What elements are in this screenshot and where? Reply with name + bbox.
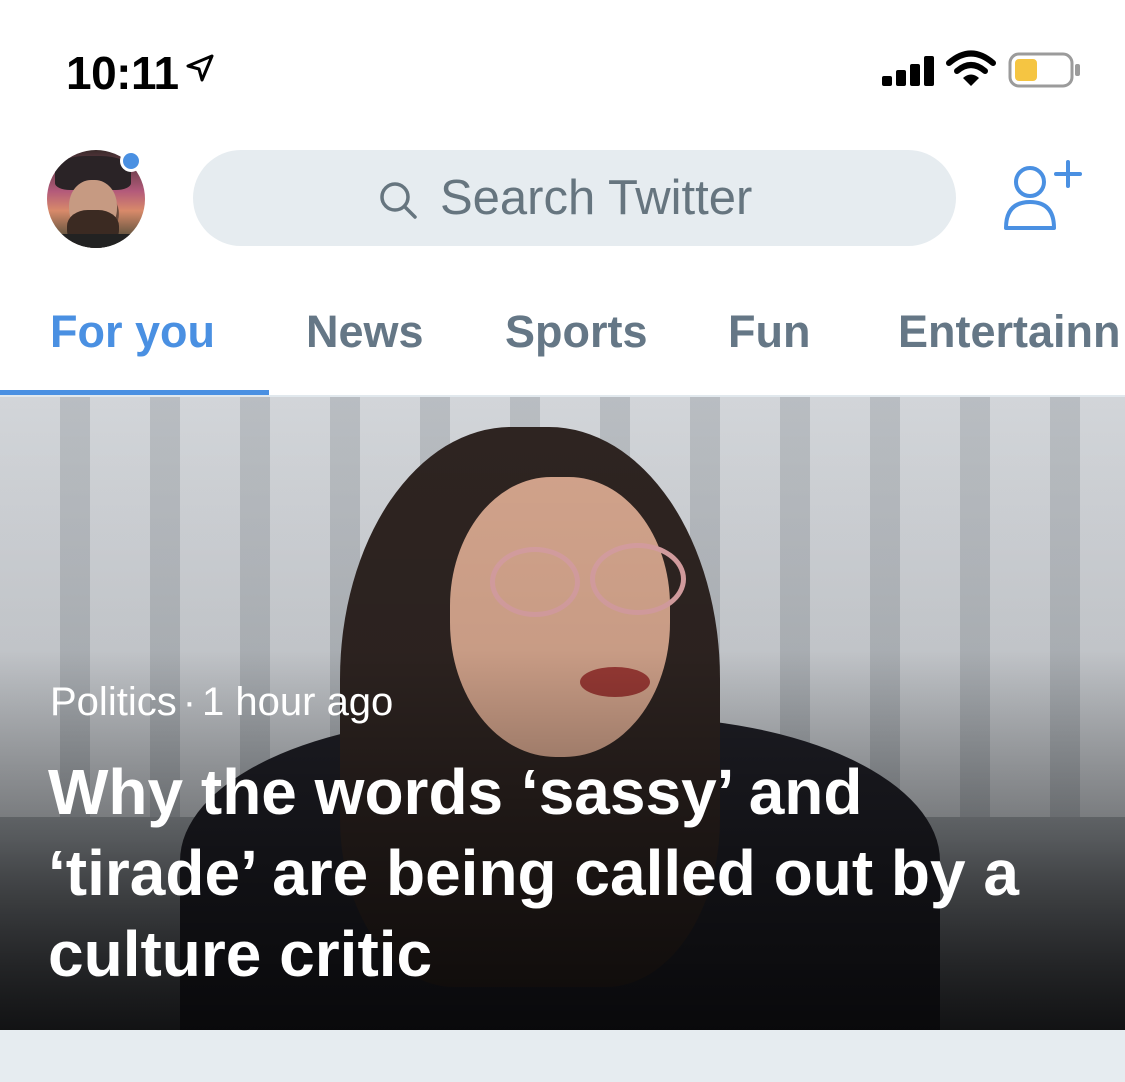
add-user-icon[interactable] bbox=[1000, 158, 1084, 234]
notification-dot bbox=[120, 150, 142, 172]
story-category: Politics bbox=[50, 680, 177, 724]
location-arrow-icon bbox=[186, 54, 214, 82]
story-meta: Politics · 1 hour ago bbox=[50, 680, 393, 725]
section-divider bbox=[0, 1030, 1125, 1082]
search-icon bbox=[380, 182, 417, 219]
cellular-signal-icon bbox=[882, 56, 936, 86]
tab-fun[interactable]: Fun bbox=[728, 306, 810, 358]
battery-icon bbox=[1008, 52, 1080, 88]
tab-entertainment[interactable]: Entertainn bbox=[898, 306, 1121, 358]
story-time: 1 hour ago bbox=[202, 680, 394, 724]
wifi-icon bbox=[946, 50, 996, 86]
meta-separator: · bbox=[182, 680, 197, 724]
story-headline: Why the words ‘sassy’ and ‘tirade’ are b… bbox=[48, 756, 1019, 990]
active-tab-indicator bbox=[0, 390, 269, 395]
search-placeholder: Search Twitter bbox=[440, 171, 753, 225]
tab-news[interactable]: News bbox=[306, 306, 424, 358]
explore-screen: 10:11 Search Twitter For you News Sports… bbox=[0, 0, 1125, 1082]
explore-tabs: For you News Sports Fun Entertainn bbox=[0, 290, 1125, 397]
tab-for-you[interactable]: For you bbox=[50, 306, 215, 358]
tab-sports[interactable]: Sports bbox=[505, 306, 648, 358]
status-time: 10:11 bbox=[66, 47, 179, 99]
status-bar: 10:11 bbox=[0, 0, 1125, 130]
hero-story-card[interactable]: Politics · 1 hour ago Why the words ‘sassy… bbox=[0, 397, 1125, 1030]
